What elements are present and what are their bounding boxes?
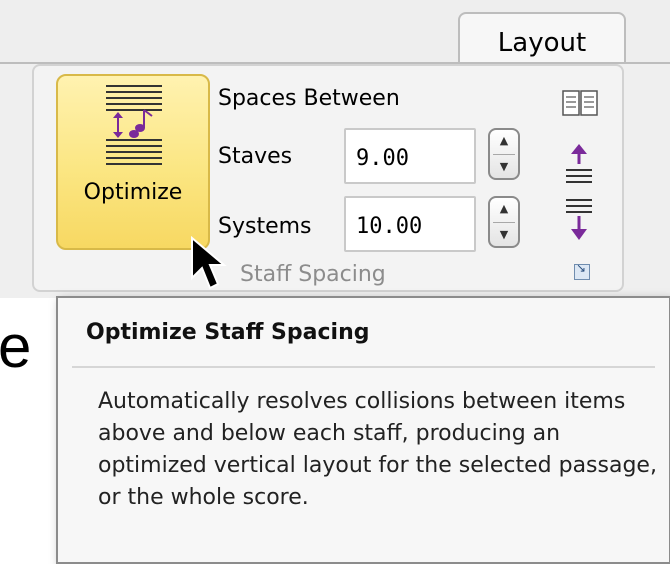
systems-label: Systems: [218, 214, 312, 239]
stepper-divider: [493, 154, 515, 155]
move-staves-down-icon[interactable]: [564, 196, 594, 242]
mouse-pointer-icon: [191, 236, 227, 290]
optimize-button[interactable]: Optimize: [56, 74, 210, 250]
stepper-up-icon[interactable]: ▲: [490, 202, 518, 215]
tab-layout-label: Layout: [497, 28, 587, 58]
stepper-up-icon[interactable]: ▲: [490, 134, 518, 147]
tooltip-title: Optimize Staff Spacing: [86, 320, 370, 345]
tooltip: Optimize Staff Spacing Automatically res…: [56, 296, 670, 564]
staves-spacing-stepper[interactable]: ▲ ▼: [488, 128, 520, 180]
tab-layout[interactable]: Layout: [458, 12, 626, 66]
systems-spacing-input[interactable]: 10.00: [344, 196, 476, 252]
stepper-down-icon[interactable]: ▼: [490, 228, 518, 241]
dialog-launcher-icon[interactable]: ↘: [574, 261, 590, 280]
spaces-between-label: Spaces Between: [218, 86, 400, 111]
systems-spacing-stepper[interactable]: ▲ ▼: [488, 196, 520, 248]
tooltip-divider: [72, 366, 655, 368]
tooltip-body: Automatically resolves collisions betwee…: [98, 389, 657, 510]
staves-spacing-input[interactable]: 9.00: [344, 128, 476, 184]
two-columns-icon[interactable]: [562, 90, 598, 116]
move-staves-up-icon[interactable]: [564, 142, 594, 188]
staves-label: Staves: [218, 144, 293, 169]
staff-optimize-icon: [106, 85, 162, 165]
background-text: e: [0, 313, 32, 380]
stepper-down-icon[interactable]: ▼: [490, 160, 518, 173]
staff-spacing-group-title: Staff Spacing: [240, 262, 386, 287]
optimize-button-label: Optimize: [83, 180, 183, 205]
stepper-divider: [493, 222, 515, 223]
